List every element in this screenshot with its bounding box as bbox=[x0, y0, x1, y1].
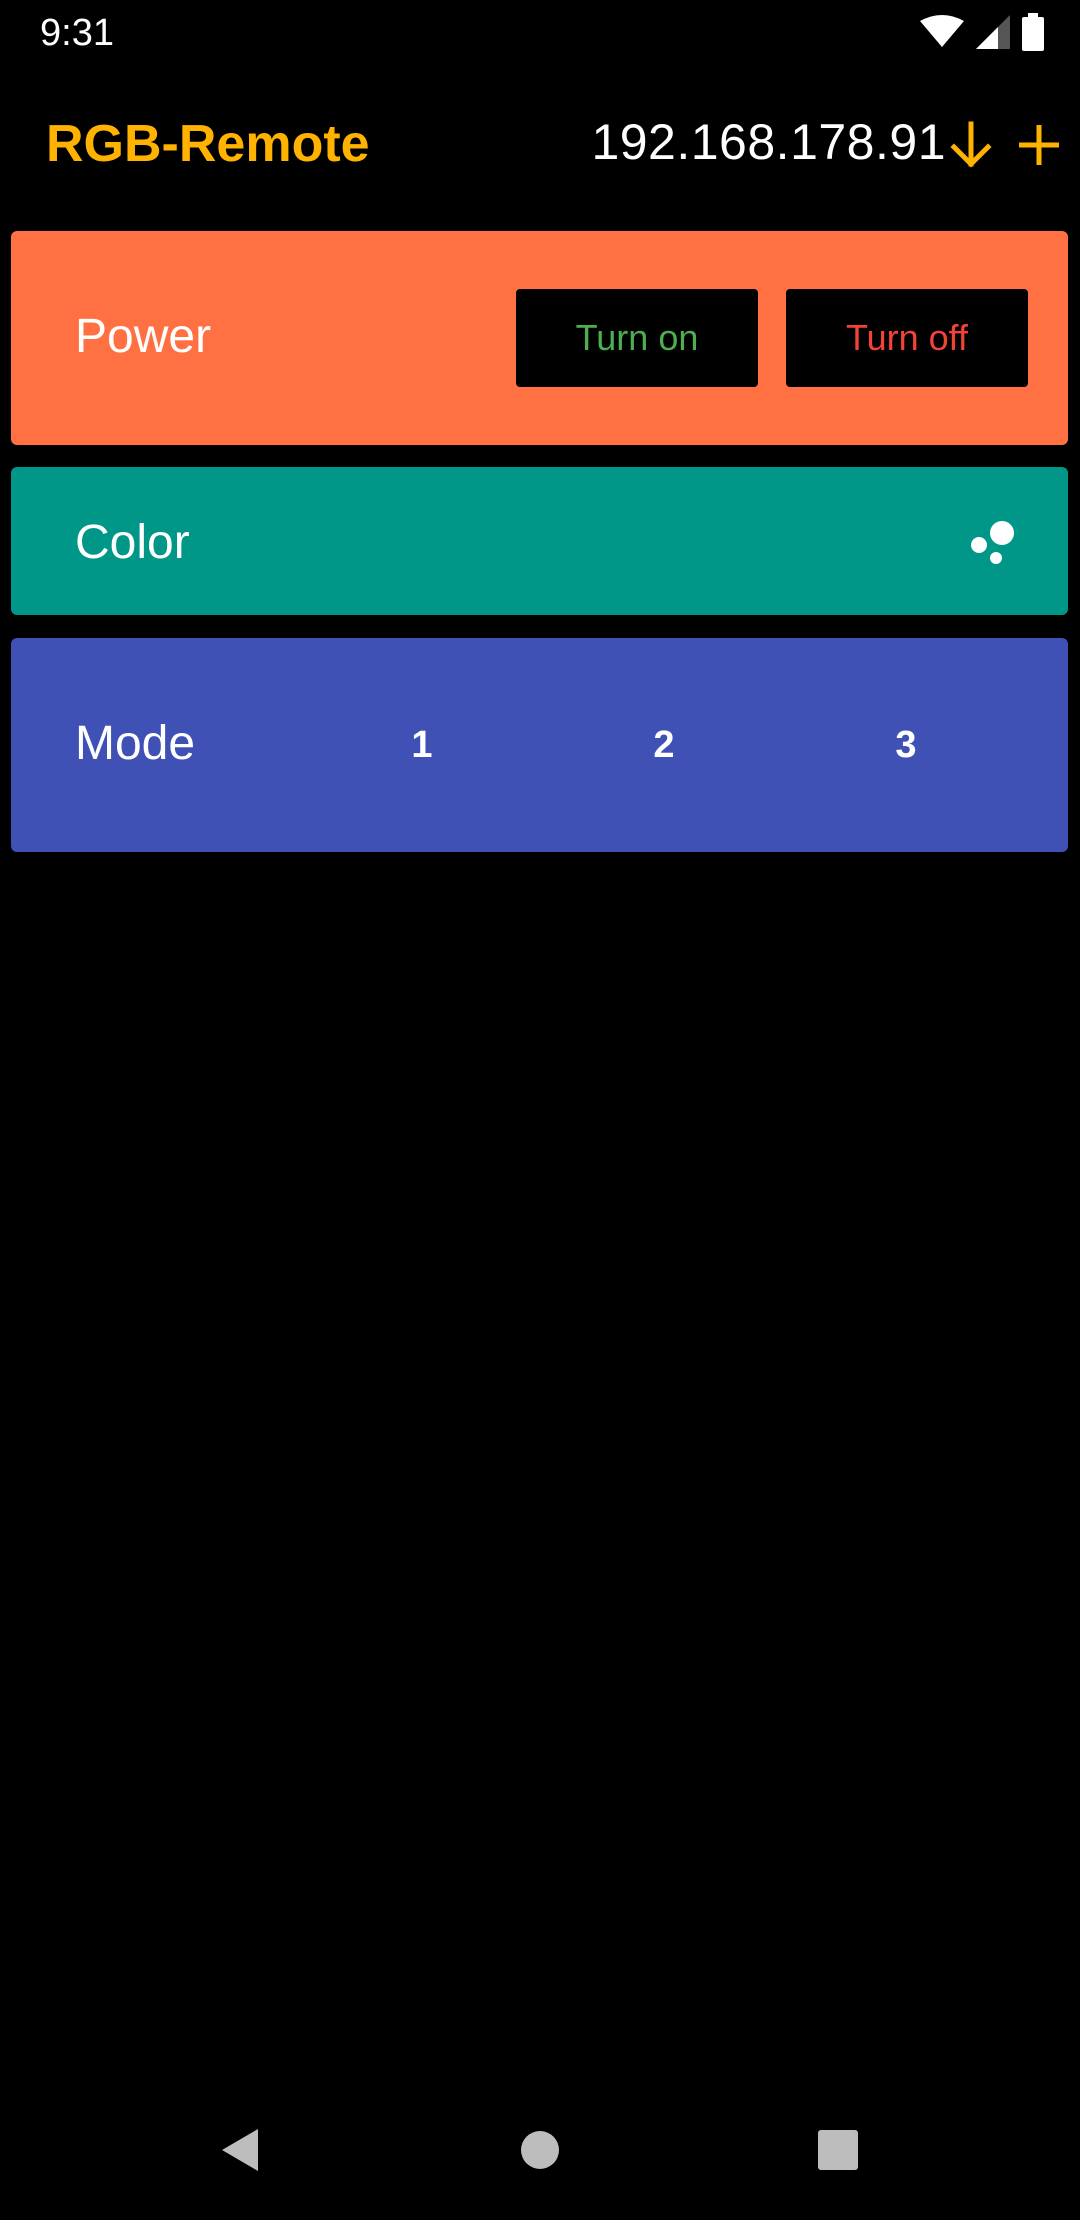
turn-off-button[interactable]: Turn off bbox=[786, 289, 1028, 387]
mode-2-button[interactable]: 2 bbox=[604, 698, 724, 792]
back-icon[interactable] bbox=[200, 2110, 280, 2190]
mode-3-button[interactable]: 3 bbox=[846, 698, 966, 792]
app-bar: RGB-Remote 192.168.178.91 bbox=[0, 76, 1080, 216]
color-card[interactable]: Color bbox=[11, 467, 1068, 615]
bubbles-icon[interactable] bbox=[970, 517, 1018, 565]
mode-1-button[interactable]: 1 bbox=[362, 698, 482, 792]
turn-on-button[interactable]: Turn on bbox=[516, 289, 758, 387]
status-time: 9:31 bbox=[40, 12, 114, 54]
home-icon[interactable] bbox=[500, 2110, 580, 2190]
navigation-bar bbox=[0, 2076, 1080, 2220]
color-label: Color bbox=[75, 516, 190, 569]
add-icon[interactable] bbox=[1012, 118, 1066, 172]
power-label: Power bbox=[75, 310, 212, 363]
status-bar: 9:31 bbox=[0, 0, 1080, 66]
mode-card: Mode 1 2 3 bbox=[11, 638, 1068, 852]
cell-signal-icon bbox=[976, 14, 1010, 54]
battery-icon bbox=[1022, 12, 1044, 56]
status-icons bbox=[920, 12, 1044, 56]
app-title: RGB-Remote bbox=[46, 115, 370, 173]
power-card: Power Turn on Turn off bbox=[11, 231, 1068, 445]
recents-icon[interactable] bbox=[798, 2110, 878, 2190]
arrow-down-icon[interactable] bbox=[944, 118, 998, 172]
mode-label: Mode bbox=[75, 717, 196, 770]
ip-address[interactable]: 192.168.178.91 bbox=[591, 113, 946, 171]
wifi-icon bbox=[920, 14, 964, 54]
